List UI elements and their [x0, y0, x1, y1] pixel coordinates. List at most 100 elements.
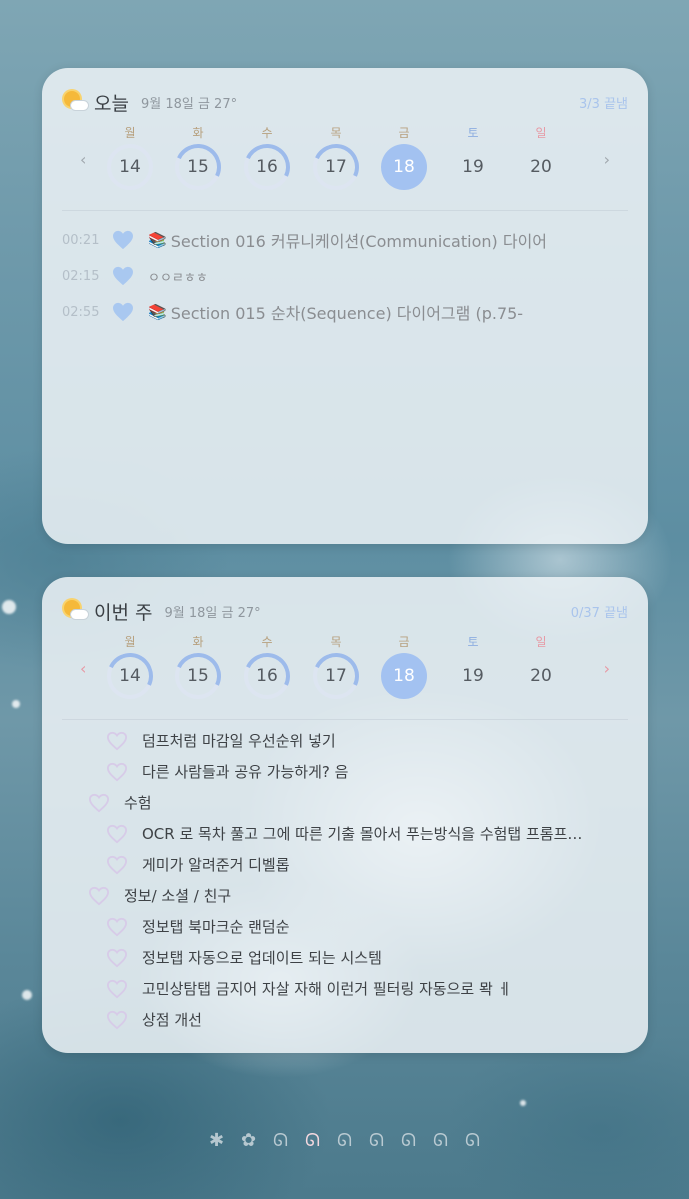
heart-outline-icon[interactable] — [88, 793, 110, 813]
next-week-arrow-icon[interactable]: › — [604, 659, 610, 678]
list-item[interactable]: 02:15 ㅇㅇㄹㅎㅎ — [62, 258, 628, 294]
todo-item[interactable]: OCR 로 목차 풀고 그에 따른 기출 몰아서 푸는방식을 수험탭 프롬프… — [62, 818, 628, 849]
today-entries: 00:21 📚 Section 016 커뮤니케이션(Communication… — [62, 222, 628, 330]
heart-outline-icon[interactable] — [106, 948, 128, 968]
day-tue[interactable]: 화 15 — [174, 124, 222, 190]
day-number: 16 — [244, 653, 290, 699]
heart-outline-icon[interactable] — [88, 886, 110, 906]
bunny-icon-active[interactable]: ᘏ — [302, 1130, 324, 1154]
todo-group[interactable]: 수험 — [62, 787, 628, 818]
todo-item[interactable]: 고민상탐탭 금지어 자살 자해 이런거 필터링 자동으로 뫅 ㅔ — [62, 973, 628, 1004]
day-number: 20 — [530, 666, 552, 686]
day-number: 14 — [107, 144, 153, 190]
todo-text: OCR 로 목차 풀고 그에 따른 기출 몰아서 푸는방식을 수험탭 프롬프… — [142, 825, 583, 843]
todo-item[interactable]: 덤프처럼 마감일 우선순위 넣기 — [62, 725, 628, 756]
day-number: 19 — [462, 157, 484, 177]
books-icon: 📚 — [148, 231, 167, 249]
prev-week-arrow-icon[interactable]: ‹ — [80, 150, 86, 169]
day-number: 16 — [244, 144, 290, 190]
today-title: 오늘 — [94, 92, 129, 115]
heart-outline-icon[interactable] — [106, 917, 128, 937]
todo-text: 덤프처럼 마감일 우선순위 넣기 — [142, 732, 336, 750]
bunny-icon[interactable]: ᘏ — [462, 1130, 484, 1154]
heart-outline-icon[interactable] — [106, 979, 128, 999]
week-todo-list: 덤프처럼 마감일 우선순위 넣기 다른 사람들과 공유 가능하게? 음 수험 O… — [62, 725, 628, 1035]
day-wed[interactable]: 수 16 — [243, 633, 291, 699]
todo-text: 정보탭 자동으로 업데이트 되는 시스템 — [142, 949, 382, 967]
weekday-label: 일 — [535, 126, 547, 140]
weekday-label: 수 — [261, 126, 273, 140]
heart-icon[interactable] — [112, 266, 134, 286]
entry-text: ㅇㅇㄹㅎㅎ — [148, 270, 208, 286]
todo-item[interactable]: 정보탭 자동으로 업데이트 되는 시스템 — [62, 942, 628, 973]
bunny-icon[interactable]: ᘏ — [334, 1130, 356, 1154]
heart-icon[interactable] — [112, 230, 134, 250]
day-sat[interactable]: 토 19 — [449, 124, 497, 190]
todo-text: 고민상탐탭 금지어 자살 자해 이런거 필터링 자동으로 뫅 ㅔ — [142, 980, 512, 998]
weekday-label: 수 — [261, 635, 273, 649]
today-widget[interactable]: 오늘 9월 18일 금 27° 3/3 끝냄 ‹ 월 14 화 15 수 16 목 17… — [42, 68, 648, 544]
weekday-label: 금 — [398, 635, 410, 649]
next-week-arrow-icon[interactable]: › — [604, 150, 610, 169]
day-mon[interactable]: 월 14 — [106, 124, 154, 190]
day-sun[interactable]: 일 20 — [517, 633, 565, 699]
week-header: 이번 주 9월 18일 금 27° 0/37 끝냄 — [62, 597, 628, 625]
entry-text: Section 015 순차(Sequence) 다이어그램 (p.75- — [170, 304, 524, 323]
heart-outline-icon[interactable] — [106, 855, 128, 875]
prev-week-arrow-icon[interactable]: ‹ — [80, 659, 86, 678]
day-number: 15 — [175, 653, 221, 699]
partly-cloudy-icon — [62, 598, 90, 624]
books-icon: 📚 — [148, 303, 167, 321]
week-strip: ‹ 월 14 화 15 수 16 목 17 금 18 토 19 일 20 › — [70, 633, 620, 703]
bunny-icon[interactable]: ᘏ — [430, 1130, 452, 1154]
day-fri-selected[interactable]: 금 18 — [380, 124, 428, 190]
flower-icon[interactable]: ✿ — [238, 1130, 260, 1154]
partly-cloudy-icon — [62, 89, 90, 115]
day-wed[interactable]: 수 16 — [243, 124, 291, 190]
entry-time: 02:55 — [62, 304, 100, 320]
list-item[interactable]: 00:21 📚 Section 016 커뮤니케이션(Communication… — [62, 222, 628, 258]
heart-icon[interactable] — [112, 302, 134, 322]
today-done-count: 3/3 끝냄 — [579, 96, 628, 112]
bunny-icon[interactable]: ᘏ — [366, 1130, 388, 1154]
todo-item[interactable]: 게미가 알려준거 디벨롭 — [62, 849, 628, 880]
this-week-widget[interactable]: 이번 주 9월 18일 금 27° 0/37 끝냄 ‹ 월 14 화 15 수 16 … — [42, 577, 648, 1053]
entry-time: 00:21 — [62, 232, 100, 248]
day-tue[interactable]: 화 15 — [174, 633, 222, 699]
heart-outline-icon[interactable] — [106, 824, 128, 844]
todo-item[interactable]: 정보탭 북마크순 랜덤순 — [62, 911, 628, 942]
day-thu[interactable]: 목 17 — [312, 633, 360, 699]
day-number: 17 — [313, 653, 359, 699]
divider — [62, 719, 628, 720]
bunny-icon[interactable]: ᘏ — [398, 1130, 420, 1154]
list-item[interactable]: 02:55 📚 Section 015 순차(Sequence) 다이어그램 (… — [62, 294, 628, 330]
week-date: 9월 18일 금 27° — [164, 605, 261, 621]
day-number: 15 — [175, 144, 221, 190]
todo-item[interactable]: 상점 개선 — [62, 1004, 628, 1035]
todo-group[interactable]: 정보/ 소셜 / 친구 — [62, 880, 628, 911]
todo-group-title: 정보/ 소셜 / 친구 — [124, 887, 232, 905]
today-header: 오늘 9월 18일 금 27° 3/3 끝냄 — [62, 88, 628, 116]
day-mon[interactable]: 월 14 — [106, 633, 154, 699]
weekday-label: 목 — [330, 635, 342, 649]
todo-item[interactable]: 다른 사람들과 공유 가능하게? 음 — [62, 756, 628, 787]
week-title: 이번 주 — [94, 601, 153, 624]
todo-text: 정보탭 북마크순 랜덤순 — [142, 918, 290, 936]
heart-outline-icon[interactable] — [106, 1010, 128, 1030]
day-sun[interactable]: 일 20 — [517, 124, 565, 190]
heart-outline-icon[interactable] — [106, 731, 128, 751]
bunny-icon[interactable]: ᘏ — [270, 1130, 292, 1154]
today-date: 9월 18일 금 27° — [140, 96, 238, 112]
entry-time: 02:15 — [62, 268, 100, 284]
star-icon[interactable]: ✱ — [206, 1130, 228, 1154]
day-number: 14 — [107, 653, 153, 699]
heart-outline-icon[interactable] — [106, 762, 128, 782]
day-thu[interactable]: 목 17 — [312, 124, 360, 190]
day-sat[interactable]: 토 19 — [449, 633, 497, 699]
day-number: 19 — [462, 666, 484, 686]
page-indicator: ✱ ✿ ᘏ ᘏ ᘏ ᘏ ᘏ ᘏ ᘏ — [0, 1130, 689, 1154]
day-number: 18 — [381, 653, 427, 699]
week-strip: ‹ 월 14 화 15 수 16 목 17 금 18 토 19 일 20 › — [70, 124, 620, 194]
weekday-label: 토 — [467, 126, 479, 140]
day-fri-selected[interactable]: 금 18 — [380, 633, 428, 699]
